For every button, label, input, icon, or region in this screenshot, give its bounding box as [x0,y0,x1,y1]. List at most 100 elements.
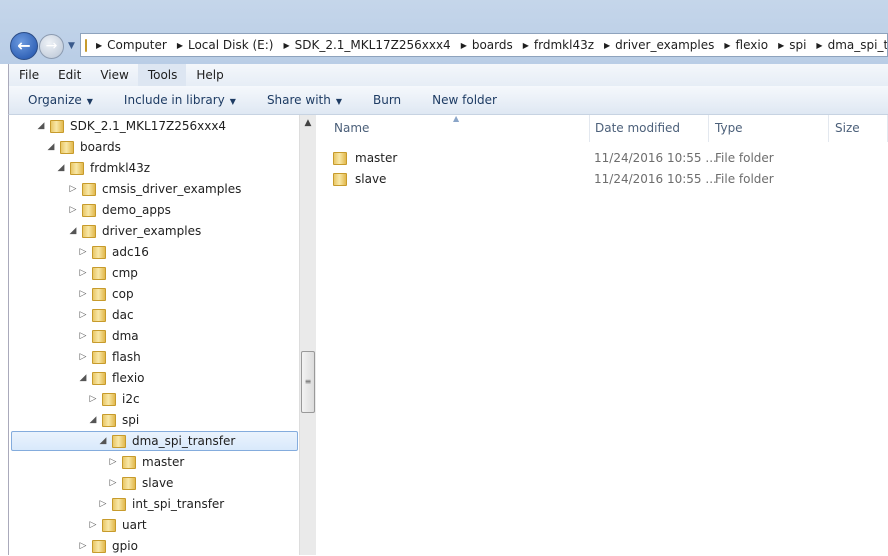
breadcrumb-item[interactable]: Computer [107,38,167,52]
breadcrumb-separator-icon[interactable]: ▶ [816,41,822,50]
tree-item[interactable]: ▷ dma [78,326,139,346]
menu-edit[interactable]: Edit [48,68,90,82]
tree-item[interactable]: ◢ boards [46,137,121,157]
burn-button[interactable]: Burn [373,93,401,107]
tree-item[interactable]: ▷ cmsis_driver_examples [68,179,242,199]
breadcrumb-separator-icon[interactable]: ▶ [177,41,183,50]
collapsed-arrow-icon[interactable]: ▷ [78,331,88,341]
expanded-arrow-icon[interactable]: ◢ [36,121,46,131]
tree-item[interactable]: ◢ frdmkl43z [56,158,151,178]
tree-item[interactable]: ▷ cop [78,284,134,304]
organize-button[interactable]: Organize ▼ [28,93,93,107]
folder-icon [92,287,106,301]
tree-item[interactable]: ▷ dac [78,305,134,325]
tree-item-label: frdmkl43z [90,161,151,175]
menu-tools[interactable]: Tools [137,64,187,86]
file-row[interactable]: slave 11/24/2016 10:55 ... File folder [316,169,888,189]
menu-help[interactable]: Help [186,68,232,82]
column-header-name[interactable]: Name [326,115,590,142]
tree-item[interactable]: ▷ uart [88,515,147,535]
breadcrumb-item[interactable]: flexio [736,38,769,52]
folder-icon [92,329,106,343]
tree-item[interactable]: ▷ adc16 [78,242,149,262]
breadcrumb-item[interactable]: frdmkl43z [534,38,594,52]
tree-item-label: master [142,455,185,469]
collapsed-arrow-icon[interactable]: ▷ [78,289,88,299]
file-date: 11/24/2016 10:55 ... [594,151,717,165]
scroll-up-icon[interactable]: ▲ [300,118,316,128]
back-arrow-icon[interactable]: ← [10,32,38,60]
tree-item[interactable]: ▷ gpio [78,536,138,556]
expanded-arrow-icon[interactable]: ◢ [98,436,108,446]
tree-item[interactable]: ◢ SDK_2.1_MKL17Z256xxx4 [36,116,227,136]
breadcrumb-separator-icon[interactable]: ▶ [604,41,610,50]
breadcrumb-separator-icon[interactable]: ▶ [461,41,467,50]
collapsed-arrow-icon[interactable]: ▷ [88,520,98,530]
tree-item[interactable]: ◢ driver_examples [68,221,202,241]
tree-item[interactable]: ▷ i2c [88,389,140,409]
expanded-arrow-icon[interactable]: ◢ [88,415,98,425]
breadcrumb-separator-icon[interactable]: ▶ [283,41,289,50]
file-type: File folder [715,172,774,186]
collapsed-arrow-icon[interactable]: ▷ [108,478,118,488]
breadcrumb-item[interactable]: spi [789,38,806,52]
collapsed-arrow-icon[interactable]: ▷ [78,352,88,362]
breadcrumb-item[interactable]: dma_spi_transfer [828,38,887,52]
collapsed-arrow-icon[interactable]: ▷ [78,268,88,278]
collapsed-arrow-icon[interactable]: ▷ [78,310,88,320]
tree-item[interactable]: ◢ flexio [78,368,145,388]
breadcrumb-separator-icon[interactable]: ▶ [96,41,102,50]
collapsed-arrow-icon[interactable]: ▷ [88,394,98,404]
tree-item[interactable]: ◢ dma_spi_transfer [11,431,298,451]
forward-arrow-icon[interactable]: → [39,34,64,59]
tree-item[interactable]: ▷ master [108,452,185,472]
collapsed-arrow-icon[interactable]: ▷ [68,184,78,194]
tree-item-label: cop [112,287,134,301]
folder-icon [92,371,106,385]
breadcrumb-item[interactable]: Local Disk (E:) [188,38,274,52]
expanded-arrow-icon[interactable]: ◢ [46,142,56,152]
expanded-arrow-icon[interactable]: ◢ [68,226,78,236]
tree-item-label: dma_spi_transfer [132,434,236,448]
file-row[interactable]: master 11/24/2016 10:55 ... File folder [316,148,888,168]
folder-icon [92,245,106,259]
expanded-arrow-icon[interactable]: ◢ [78,373,88,383]
breadcrumb-item[interactable]: SDK_2.1_MKL17Z256xxx4 [295,38,451,52]
folder-icon [70,161,84,175]
include-in-library-button[interactable]: Include in library ▼ [124,93,236,107]
recent-pages-dropdown-icon[interactable]: ▼ [68,41,75,51]
collapsed-arrow-icon[interactable]: ▷ [98,499,108,509]
tree-item[interactable]: ▷ demo_apps [68,200,171,220]
breadcrumb-separator-icon[interactable]: ▶ [523,41,529,50]
collapsed-arrow-icon[interactable]: ▷ [78,541,88,551]
column-header-type[interactable]: Type [707,115,829,142]
tree-item[interactable]: ▷ slave [108,473,174,493]
expanded-arrow-icon[interactable]: ◢ [56,163,66,173]
menu-view[interactable]: View [90,68,137,82]
navigation-scrollbar[interactable]: ▲ ≡ [299,115,316,555]
tree-item[interactable]: ▷ cmp [78,263,138,283]
scrollbar-thumb[interactable]: ≡ [301,351,315,413]
tree-item-label: driver_examples [102,224,202,238]
breadcrumb-item[interactable]: boards [472,38,513,52]
column-header-size[interactable]: Size [827,115,888,142]
breadcrumb-separator-icon[interactable]: ▶ [778,41,784,50]
collapsed-arrow-icon[interactable]: ▷ [68,205,78,215]
folder-icon [112,434,126,448]
breadcrumb-separator-icon[interactable]: ▶ [724,41,730,50]
address-bar[interactable]: ▶ Computer ▶ Local Disk (E:) ▶ SDK_2.1_MKL17Z… [80,33,888,57]
share-with-button[interactable]: Share with ▼ [267,93,342,107]
tree-item-label: flexio [112,371,145,385]
collapsed-arrow-icon[interactable]: ▷ [78,247,88,257]
collapsed-arrow-icon[interactable]: ▷ [108,457,118,467]
tree-item-label: spi [122,413,140,427]
column-header-date[interactable]: Date modified [587,115,709,142]
folder-icon [102,518,116,532]
tree-item[interactable]: ▷ flash [78,347,141,367]
folder-icon [82,203,96,217]
menu-file[interactable]: File [9,68,48,82]
tree-item[interactable]: ▷ int_spi_transfer [98,494,225,514]
new-folder-button[interactable]: New folder [432,93,497,107]
tree-item[interactable]: ◢ spi [88,410,140,430]
breadcrumb-item[interactable]: driver_examples [615,38,714,52]
